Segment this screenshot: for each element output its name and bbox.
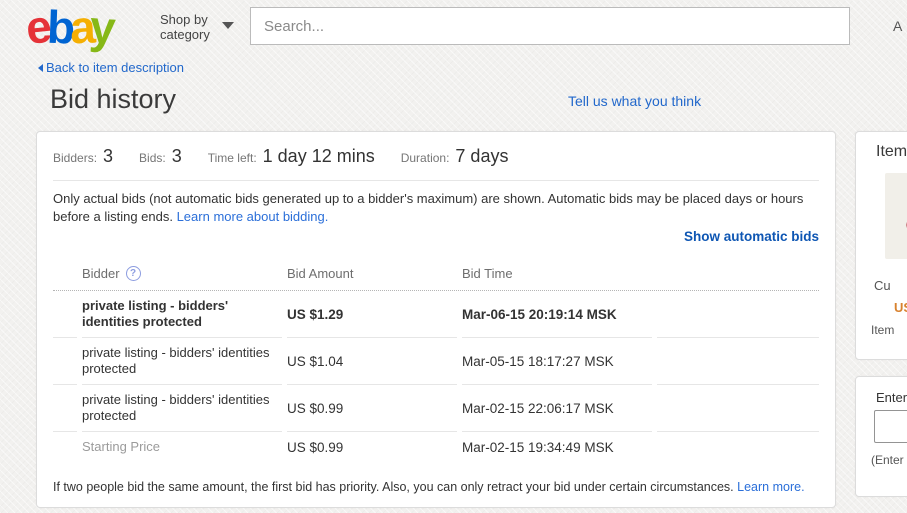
item-panel-title: Item xyxy=(876,143,907,161)
logo-letter-e: e xyxy=(23,1,49,53)
bid-hint-label: (Enter xyxy=(871,453,904,467)
notice-text: Only actual bids (not automatic bids gen… xyxy=(53,191,803,224)
stat-time-left: Time left: 1 day 12 mins xyxy=(208,146,375,167)
row-spacer xyxy=(53,432,77,462)
enter-bid-label: Enter xyxy=(876,390,907,405)
retraction-footnote: If two people bid the same amount, the f… xyxy=(53,480,805,494)
shop-by-label: Shop by category xyxy=(160,12,210,42)
bids-notice: Only actual bids (not automatic bids gen… xyxy=(53,190,833,226)
table-row: private listing - bidders' identities pr… xyxy=(53,291,819,338)
logo-letter-b: b xyxy=(46,2,71,53)
item-info-card: Item Cu US Item xyxy=(855,131,907,360)
header-spacer xyxy=(53,266,77,281)
header-spacer xyxy=(657,266,819,281)
row-spacer xyxy=(53,291,77,338)
item-number-label: Item xyxy=(871,323,894,337)
back-arrow-icon xyxy=(38,64,43,72)
bid-history-card: Bidders: 3 Bids: 3 Time left: 1 day 12 m… xyxy=(36,131,836,508)
cell-bidder: private listing - bidders' identities pr… xyxy=(82,345,282,377)
row-spacer xyxy=(657,291,819,338)
bid-table: Bidder ? Bid Amount Bid Time private lis… xyxy=(53,266,819,462)
stat-label: Bids: xyxy=(139,151,166,165)
cell-time: Mar-02-15 22:06:17 MSK xyxy=(462,401,614,416)
cell-bidder: private listing - bidders' identities pr… xyxy=(82,392,282,424)
amount-column-header: Bid Amount xyxy=(287,266,457,281)
cell-amount: US $1.29 xyxy=(287,307,343,322)
stat-label: Time left: xyxy=(208,151,257,165)
bidder-column-header: Bidder xyxy=(82,266,120,281)
row-spacer xyxy=(53,338,77,385)
cell-time: Mar-05-15 18:17:27 MSK xyxy=(462,354,614,369)
cell-amount: US $0.99 xyxy=(287,440,343,455)
stat-value: 7 days xyxy=(455,146,508,167)
cell-amount: US $0.99 xyxy=(287,401,343,416)
table-row: private listing - bidders' identities pr… xyxy=(53,385,819,432)
stat-label: Bidders: xyxy=(53,151,97,165)
learn-more-link[interactable]: Learn more. xyxy=(737,480,804,494)
cell-time: Mar-02-15 19:34:49 MSK xyxy=(462,440,614,455)
cell-amount: US $1.04 xyxy=(287,354,343,369)
item-thumbnail[interactable] xyxy=(885,173,907,259)
cell-bidder: Starting Price xyxy=(82,439,160,455)
row-spacer xyxy=(657,338,819,385)
stat-label: Duration: xyxy=(401,151,450,165)
feedback-link[interactable]: Tell us what you think xyxy=(568,93,701,109)
logo-letter-y: y xyxy=(89,1,113,52)
current-bid-price: US xyxy=(894,300,907,315)
footnote-text: If two people bid the same amount, the f… xyxy=(53,480,737,494)
stat-value: 1 day 12 mins xyxy=(263,146,375,167)
back-link-label: Back to item description xyxy=(46,60,184,75)
ebay-logo[interactable]: ebay xyxy=(26,2,111,52)
stats-divider xyxy=(53,180,819,181)
shop-by-category-menu[interactable]: Shop by category xyxy=(160,12,210,42)
bid-history-page: ebay Shop by category A Back to item des… xyxy=(0,0,907,513)
max-bid-input[interactable] xyxy=(874,410,907,443)
place-bid-card: Enter (Enter xyxy=(855,376,907,497)
search-input[interactable] xyxy=(250,7,850,45)
stat-value: 3 xyxy=(172,146,182,167)
stat-bidders: Bidders: 3 xyxy=(53,146,113,167)
current-bid-label: Cu xyxy=(874,278,891,293)
cell-time: Mar-06-15 20:19:14 MSK xyxy=(462,307,617,322)
bid-table-header: Bidder ? Bid Amount Bid Time xyxy=(53,266,819,290)
page-title: Bid history xyxy=(50,84,176,115)
back-to-item-link[interactable]: Back to item description xyxy=(38,60,184,75)
table-row: private listing - bidders' identities pr… xyxy=(53,338,819,385)
auction-stats: Bidders: 3 Bids: 3 Time left: 1 day 12 m… xyxy=(53,132,819,167)
shop-by-line1: Shop by xyxy=(160,12,208,27)
time-column-header: Bid Time xyxy=(462,266,652,281)
shop-by-line2: category xyxy=(160,27,210,42)
row-spacer xyxy=(657,385,819,432)
chevron-down-icon xyxy=(222,22,234,29)
stat-duration: Duration: 7 days xyxy=(401,146,509,167)
cell-bidder: private listing - bidders' identities pr… xyxy=(82,298,282,330)
row-spacer xyxy=(657,432,819,462)
row-spacer xyxy=(53,385,77,432)
categories-dropdown-fragment[interactable]: A xyxy=(893,18,902,34)
help-icon[interactable]: ? xyxy=(126,266,141,281)
show-automatic-bids-link[interactable]: Show automatic bids xyxy=(684,229,819,244)
stat-bids: Bids: 3 xyxy=(139,146,182,167)
stat-value: 3 xyxy=(103,146,113,167)
table-row-starting-price: Starting Price US $0.99 Mar-02-15 19:34:… xyxy=(53,432,819,462)
learn-more-bidding-link[interactable]: Learn more about bidding. xyxy=(177,209,329,224)
